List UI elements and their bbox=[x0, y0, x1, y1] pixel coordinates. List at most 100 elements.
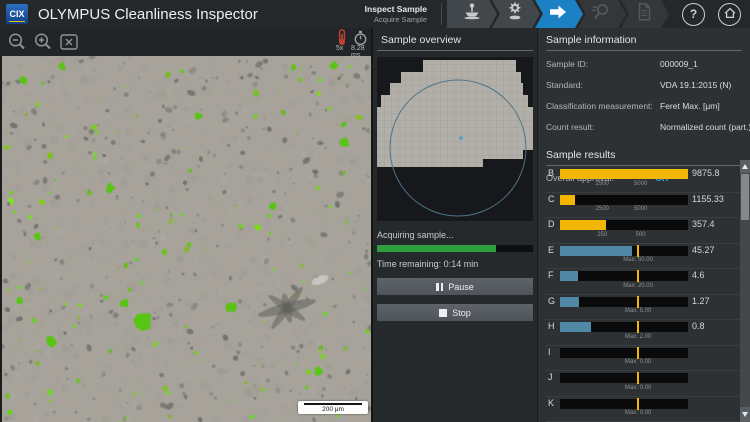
result-bar bbox=[560, 297, 688, 307]
scroll-down-button[interactable] bbox=[740, 407, 750, 422]
pause-icon bbox=[436, 283, 443, 291]
result-row: E Max: 50.00 45.27 bbox=[546, 244, 740, 270]
scale-bar-line bbox=[304, 403, 362, 405]
limit-marker bbox=[637, 372, 639, 384]
result-value: 45.27 bbox=[692, 245, 715, 255]
result-row: K Max: 0.00 bbox=[546, 397, 740, 422]
result-value: 0.8 bbox=[692, 321, 705, 331]
image-toolbar: 5x 8.28 ms bbox=[0, 28, 371, 56]
limit-marker bbox=[637, 321, 639, 333]
home-icon bbox=[723, 6, 737, 23]
scrollbar-thumb[interactable] bbox=[741, 174, 749, 220]
limit-marker bbox=[637, 296, 639, 308]
zoom-in-button[interactable] bbox=[32, 31, 54, 58]
result-bar bbox=[560, 220, 688, 230]
result-bar bbox=[560, 271, 688, 281]
result-value: 357.4 bbox=[692, 219, 715, 229]
magnification-value: 5x bbox=[336, 45, 343, 52]
info-row: Count result: Normalized count (part.) bbox=[546, 122, 742, 143]
sample-results-title: Sample results bbox=[546, 149, 742, 166]
axis-tick-label: 5000 bbox=[626, 181, 656, 187]
step-sample-settings[interactable] bbox=[490, 0, 540, 28]
result-bar bbox=[560, 246, 688, 256]
info-value: Feret Max. [μm] bbox=[660, 101, 720, 111]
limit-marker bbox=[637, 270, 639, 282]
result-bar-fill bbox=[560, 322, 591, 332]
sample-overview-map[interactable] bbox=[377, 57, 533, 221]
workflow-bar: Inspect Sample Acquire Sample bbox=[365, 0, 750, 28]
exposure-value: 8.28 ms bbox=[351, 45, 371, 59]
max-limit-label: Max: 50.00 bbox=[623, 257, 653, 263]
max-limit-label: Max: 20.00 bbox=[623, 283, 653, 289]
result-row: C250050001155.33 bbox=[546, 193, 740, 219]
sample-information-fields: Sample ID: 000009_1 Standard: VDA 19.1:2… bbox=[546, 59, 742, 143]
acquisition-progress-bar bbox=[377, 245, 533, 252]
axis-tick-label: 250 bbox=[587, 232, 617, 238]
result-value: 4.6 bbox=[692, 270, 705, 280]
result-bar bbox=[560, 322, 688, 332]
zoom-out-button[interactable] bbox=[6, 31, 28, 58]
home-button[interactable] bbox=[718, 3, 741, 26]
stop-button[interactable]: Stop bbox=[377, 304, 533, 321]
info-label: Classification measurement: bbox=[546, 101, 660, 111]
result-bar-fill bbox=[560, 246, 632, 256]
live-image-view[interactable]: 200 μm bbox=[2, 56, 371, 422]
result-value: 9875.8 bbox=[692, 168, 720, 178]
info-row: Standard: VDA 19.1:2015 (N) bbox=[546, 80, 742, 101]
overview-mosaic bbox=[377, 57, 533, 221]
workflow-caption: Inspect Sample Acquire Sample bbox=[365, 4, 427, 23]
document-icon bbox=[633, 1, 655, 28]
result-value: 1155.33 bbox=[692, 194, 724, 204]
workflow-subtitle: Acquire Sample bbox=[365, 15, 427, 24]
info-label: Standard: bbox=[546, 80, 660, 90]
magnifier-results-icon bbox=[590, 1, 612, 28]
result-bar bbox=[560, 373, 688, 383]
result-bar bbox=[560, 169, 688, 179]
pause-button[interactable]: Pause bbox=[377, 278, 533, 295]
divider bbox=[441, 3, 442, 25]
result-value: 1.27 bbox=[692, 296, 710, 306]
specimen-canvas[interactable] bbox=[2, 56, 371, 422]
class-label: I bbox=[548, 347, 551, 357]
axis-tick-label: 2500 bbox=[587, 181, 617, 187]
class-label: J bbox=[548, 372, 553, 382]
info-row: Sample ID: 000009_1 bbox=[546, 59, 742, 80]
result-row: FMax: 20.004.6 bbox=[546, 269, 740, 295]
step-load-sample[interactable] bbox=[447, 0, 497, 28]
max-limit-label: Max: 5.00 bbox=[625, 308, 651, 314]
step-report[interactable] bbox=[619, 0, 669, 28]
sample-overview-title: Sample overview bbox=[377, 34, 533, 51]
step-acquire[interactable] bbox=[533, 0, 583, 28]
progress-fill bbox=[377, 245, 496, 252]
help-button[interactable]: ? bbox=[682, 3, 705, 26]
workflow-title: Inspect Sample bbox=[365, 4, 427, 14]
result-bar bbox=[560, 348, 688, 358]
workflow-steps bbox=[447, 0, 669, 28]
result-bar-fill bbox=[560, 195, 575, 205]
results-list: B250050009875.8C250050001155.33D25050035… bbox=[546, 167, 740, 422]
result-row: IMax: 0.00 bbox=[546, 346, 740, 372]
info-value: VDA 19.1:2015 (N) bbox=[660, 80, 731, 90]
axis-tick-label: 5000 bbox=[626, 206, 656, 212]
max-limit-label: Max: 0.00 bbox=[625, 410, 651, 416]
sample-information-title: Sample information bbox=[546, 34, 742, 51]
axis-tick-label: 500 bbox=[626, 232, 656, 238]
info-value: 000009_1 bbox=[660, 59, 698, 69]
class-label: G bbox=[548, 296, 555, 306]
result-row: JMax: 0.00 bbox=[546, 371, 740, 397]
info-row: Classification measurement: Feret Max. [… bbox=[546, 101, 742, 122]
result-bar-fill bbox=[560, 271, 578, 281]
results-scrollbar[interactable] bbox=[740, 160, 750, 422]
max-limit-label: Max: 2.00 bbox=[625, 334, 651, 340]
step-review-results[interactable] bbox=[576, 0, 626, 28]
limit-marker bbox=[637, 398, 639, 410]
class-label: D bbox=[548, 219, 555, 229]
result-row: H Max: 2.00 0.8 bbox=[546, 320, 740, 346]
limit-marker bbox=[637, 347, 639, 359]
question-icon: ? bbox=[690, 7, 697, 21]
scroll-up-button[interactable] bbox=[740, 160, 750, 173]
class-label: H bbox=[548, 321, 555, 331]
fit-to-view-button[interactable] bbox=[58, 31, 80, 58]
class-label: K bbox=[548, 398, 554, 408]
class-label: E bbox=[548, 245, 554, 255]
